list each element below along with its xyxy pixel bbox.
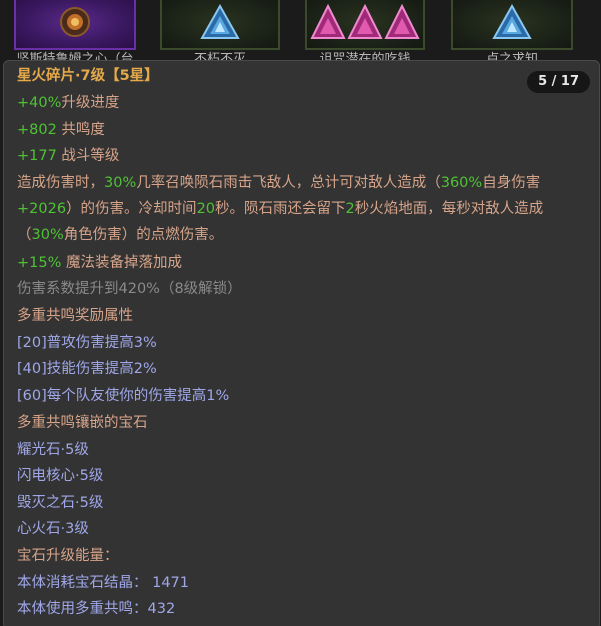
desc-text: 造成伤害时， [17,175,104,191]
gem-item: 耀光石·5级 [17,442,89,458]
page-indicator-badge[interactable]: 5 / 17 [527,71,590,93]
desc-value: 360% [440,175,483,191]
blue-triangle-gem-icon [200,4,240,39]
triple-pink-gem-icon [310,4,420,39]
desc-value: 2 [345,201,355,217]
effect-description: 造成伤害时，30%几率召唤陨石雨击飞敌人，总计可对敌人造成（360%自身伤害+2… [17,170,589,248]
magic-drop-line: +15% 魔法装备掉落加成 [17,253,182,273]
stat-label: 战斗等级 [56,148,120,164]
use-resonance: 本体使用多重共鸣：432 [17,601,176,617]
gem-item: 毁灭之石·5级 [17,495,104,511]
desc-text: 几率召唤陨石雨击飞敌人，总计可对敌人造成（ [136,175,441,191]
item-screen: 坚斯特鲁姆之心（台 不朽不灭 诅咒潜在的吃钱 卢之求知 5 / 17 星火碎片·… [0,0,601,626]
magic-drop-label: 魔法装备掉落加成 [61,255,182,271]
item-slot-1[interactable] [14,0,136,50]
magic-drop-value: +15% [17,255,62,271]
gem-energy-header: 宝石升级能量： [17,548,119,564]
stat-line-upgrade: +40%升级进度 [17,93,119,113]
ember-orb-icon [60,7,90,37]
stat-value: +40% [17,95,62,111]
item-slot-4[interactable] [451,0,573,50]
resonance-bonus: [40]技能伤害提高2% [17,361,157,377]
desc-text: ）的伤害。冷却时间 [66,201,197,217]
consume-gem-crystal: 本体消耗宝石结晶： 1471 [17,575,190,591]
desc-text: 秒。陨石雨还会留下 [215,201,346,217]
stat-line-combat-level: +177 战斗等级 [17,146,119,166]
resonance-bonus: [20]普攻伤害提高3% [17,335,157,351]
item-slot-row: 坚斯特鲁姆之心（台 不朽不灭 诅咒潜在的吃钱 卢之求知 [0,0,601,61]
resonance-bonus: [60]每个队友使你的伤害提高1% [17,388,230,404]
item-title: 星火碎片·7级【5星】 [17,68,159,84]
locked-upgrade-line: 伤害系数提升到420%（8级解锁） [17,281,242,297]
item-slot-2[interactable] [160,0,280,50]
desc-value: 30% [31,227,64,243]
gem-item: 心火石·3级 [17,521,89,537]
blue-triangle-gem-icon [492,4,532,39]
stat-line-resonance: +802 共鸣度 [17,120,105,140]
stat-label: 共鸣度 [56,122,105,138]
stat-label: 升级进度 [61,95,120,111]
gems-header: 多重共鸣镶嵌的宝石 [17,415,148,431]
stat-value: +802 [17,122,57,138]
desc-value: 30% [104,175,137,191]
resonance-header: 多重共鸣奖励属性 [17,308,133,324]
desc-value: +2026 [17,201,67,217]
desc-text: 自身伤害 [482,175,541,191]
gem-item: 闪电核心·5级 [17,468,104,484]
stat-value: +177 [17,148,57,164]
desc-text: 角色伤害）的点燃伤害。 [63,227,224,243]
item-slot-3[interactable] [305,0,425,50]
item-tooltip-panel: 5 / 17 星火碎片·7级【5星】 +40%升级进度 +802 共鸣度 +17… [3,60,600,626]
desc-value: 20 [196,201,216,217]
